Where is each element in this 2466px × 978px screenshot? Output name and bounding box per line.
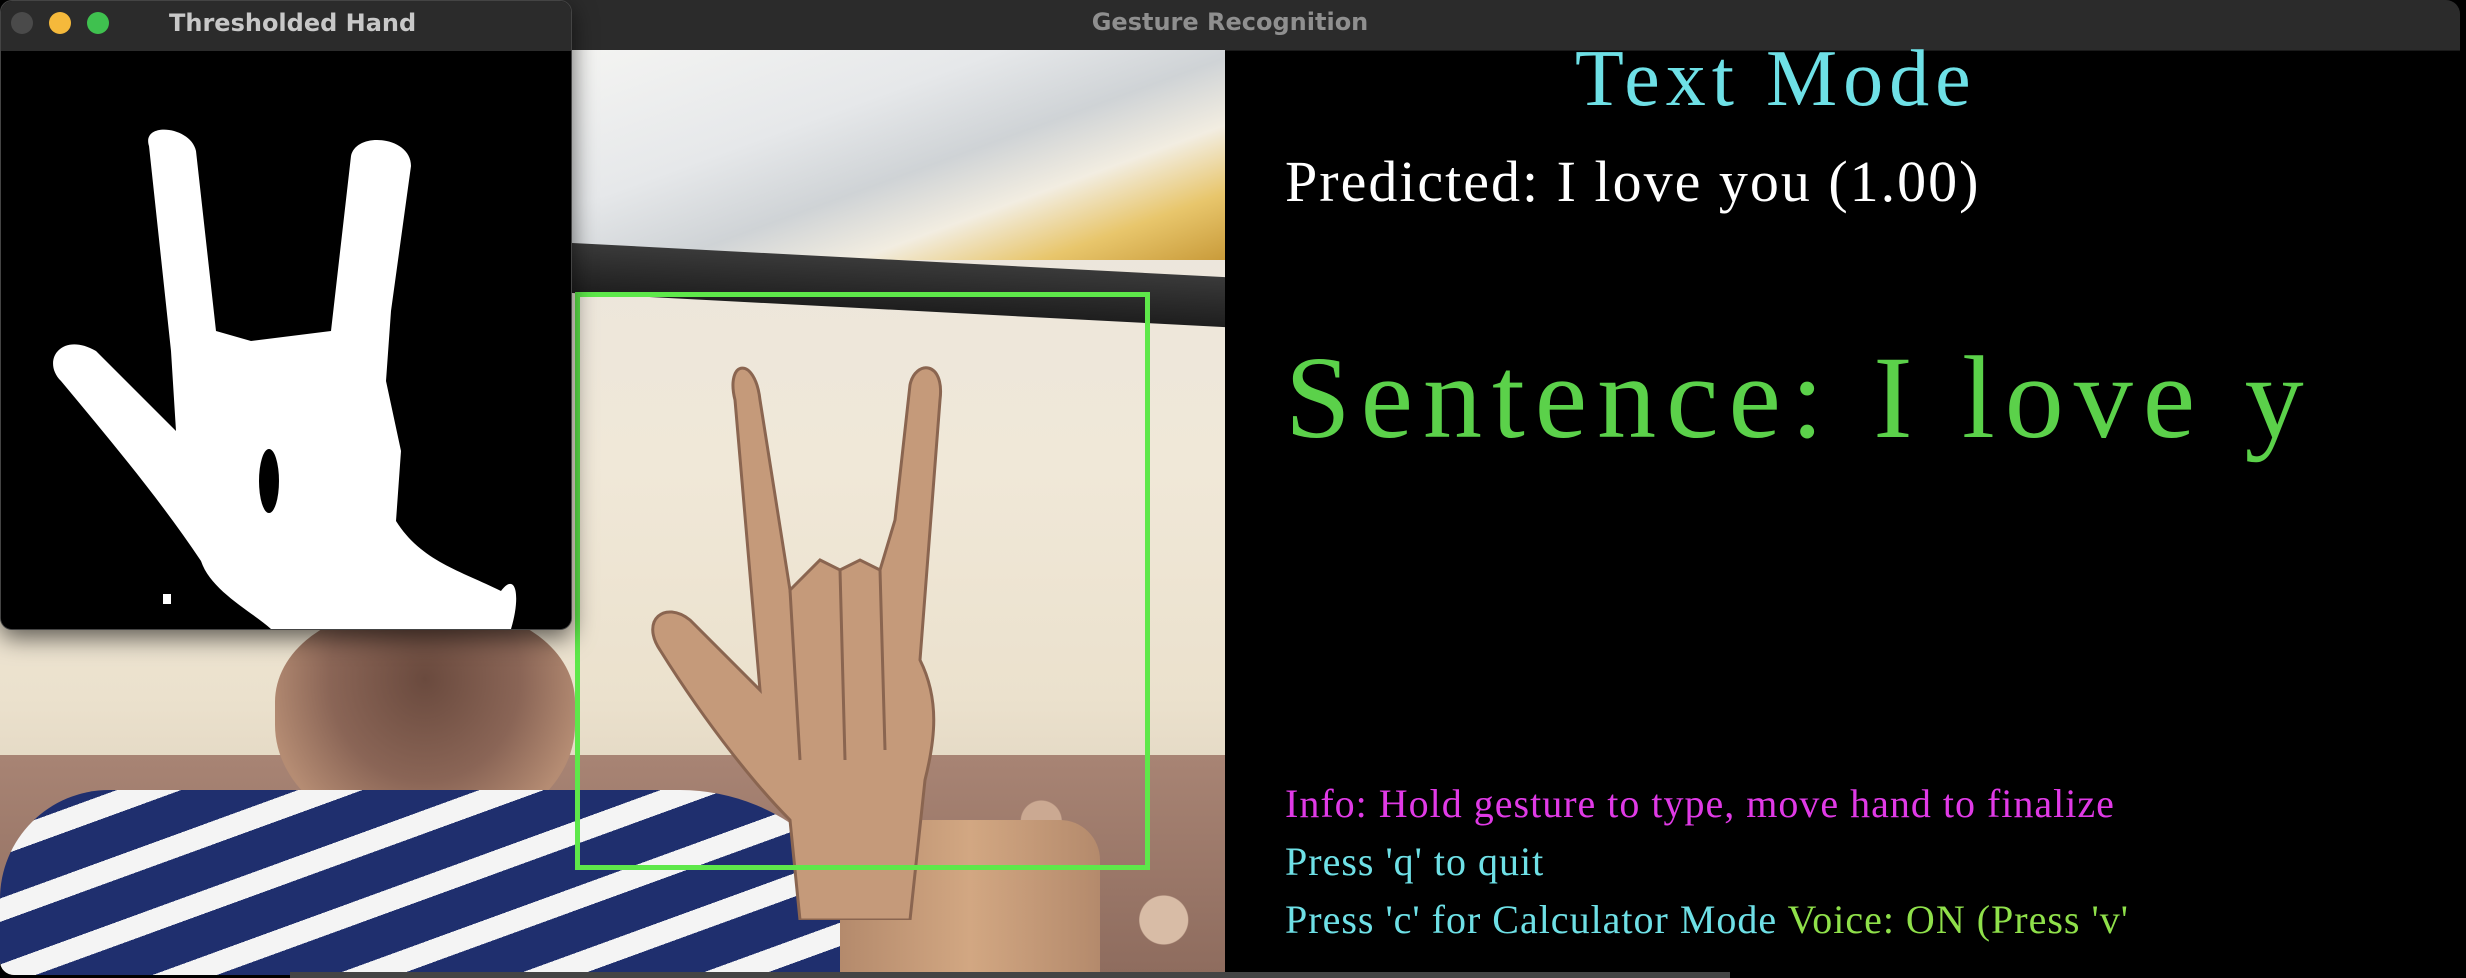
thresholded-hand-mask	[1, 51, 571, 629]
mode-title: Text Mode	[1575, 35, 1977, 123]
scrollbar[interactable]	[290, 972, 1730, 978]
zoom-button[interactable]	[87, 12, 109, 34]
prediction-text: Predicted: I love you (1.00)	[1285, 149, 1981, 214]
close-button[interactable]	[11, 12, 33, 34]
calc-voice-line: Press 'c' for Calculator Mode Voice: ON …	[1285, 896, 2129, 943]
thresholded-hand-window: Thresholded Hand	[0, 0, 572, 630]
wall-painting	[570, 50, 1225, 260]
voice-status: Voice: ON (Press 'v'	[1787, 897, 2129, 942]
sentence-text: Sentence: I love y	[1285, 332, 2314, 463]
quit-hint: Press 'q' to quit	[1285, 839, 1545, 884]
info-text: Info: Hold gesture to type, move hand to…	[1285, 781, 2115, 826]
threshold-window-title: Thresholded Hand	[169, 9, 417, 37]
hand-detection-box	[575, 292, 1150, 870]
calculator-mode-hint: Press 'c' for Calculator Mode	[1285, 897, 1778, 942]
minimize-button[interactable]	[49, 12, 71, 34]
threshold-title-bar[interactable]: Thresholded Hand	[1, 1, 571, 51]
